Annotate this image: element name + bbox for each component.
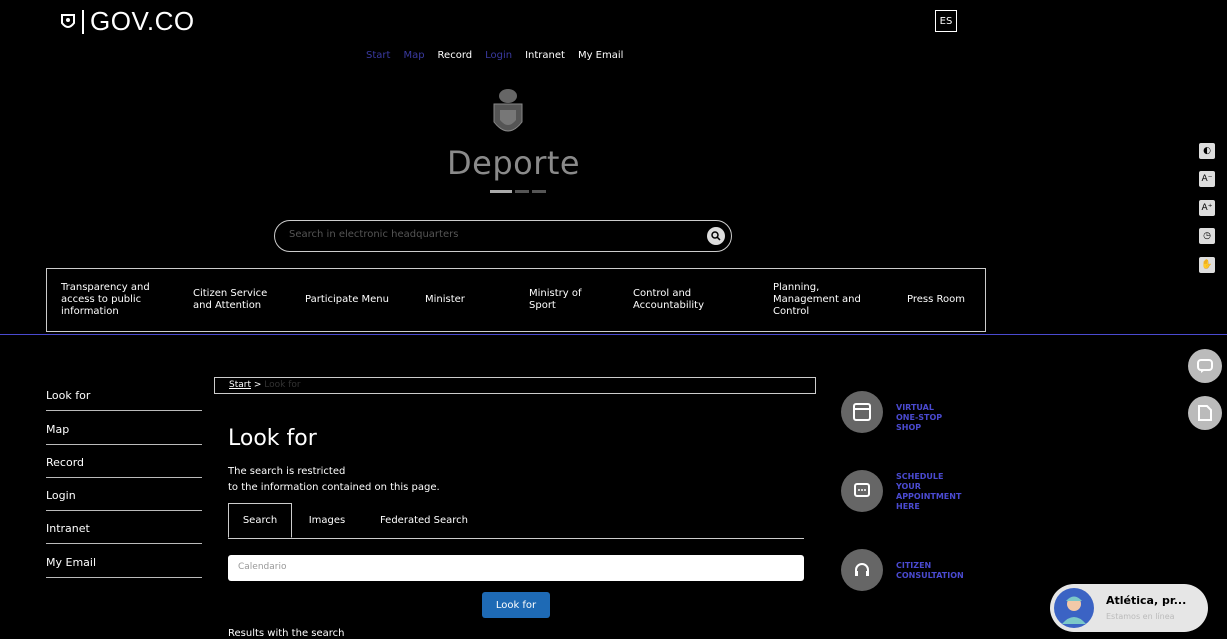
coat-of-arms-icon [61, 13, 75, 28]
document-icon [1198, 405, 1212, 421]
gov-co-logo[interactable]: GOV.CO [60, 6, 195, 37]
breadcrumb-start[interactable]: Start [229, 380, 251, 390]
chat-status: Estamos en línea [1106, 612, 1175, 621]
nav-press-room[interactable]: Press Room [907, 294, 965, 306]
floating-document-button[interactable] [1188, 396, 1222, 430]
desc-line-2: to the information contained on this pag… [228, 482, 440, 493]
topnav-intranet[interactable]: Intranet [525, 50, 565, 61]
citizen-consultation-link[interactable]: CITIZEN CONSULTATION [896, 561, 964, 581]
search-input[interactable]: Calendario [228, 555, 804, 581]
topnav-map[interactable]: Map [403, 50, 424, 61]
schedule-appointment-button[interactable] [841, 470, 883, 512]
font-increase-icon[interactable]: A⁺ [1199, 200, 1215, 216]
virtual-one-stop-shop-link[interactable]: VIRTUAL ONE-STOP SHOP [896, 403, 956, 433]
sidebar-item-login[interactable]: Login [46, 489, 202, 511]
virtual-one-stop-shop-button[interactable] [841, 391, 883, 433]
look-for-button[interactable]: Look for [482, 592, 550, 618]
search-icon [711, 231, 721, 241]
sign-language-icon[interactable]: ✋ [1199, 257, 1215, 273]
chat-widget[interactable]: Atlética, pr... Estamos en línea [1050, 584, 1208, 632]
logo-separator [82, 9, 84, 34]
font-decrease-icon[interactable]: A⁻ [1199, 171, 1215, 187]
agent-avatar-icon [1062, 596, 1086, 624]
brand-title[interactable]: Deporte [447, 144, 580, 182]
search-input-placeholder: Calendario [238, 562, 287, 572]
tab-images[interactable]: Images [292, 503, 362, 538]
chat-icon [854, 483, 870, 497]
window-icon [853, 403, 871, 421]
sidebar-item-look-for[interactable]: Look for [46, 389, 202, 411]
ministry-emblem-icon [493, 89, 523, 132]
breadcrumb: Start > Look for [214, 377, 816, 394]
topnav-record[interactable]: Record [438, 50, 473, 61]
sidebar-item-record[interactable]: Record [46, 456, 202, 478]
sidebar-item-map[interactable]: Map [46, 423, 202, 445]
breadcrumb-separator: > [253, 380, 265, 390]
topnav-my-email[interactable]: My Email [578, 50, 623, 61]
sidebar-item-my-email[interactable]: My Email [46, 556, 202, 578]
headset-icon [855, 563, 869, 576]
search-button[interactable] [707, 227, 725, 245]
nav-planning[interactable]: Planning, Management and Control [773, 282, 873, 318]
main-navigation: Transparency and access to public inform… [46, 268, 986, 332]
schedule-appointment-link[interactable]: SCHEDULE YOUR APPOINTMENT HERE [896, 472, 961, 512]
nav-citizen-service[interactable]: Citizen Service and Attention [193, 288, 283, 312]
chat-agent-name: Atlética, pr... [1106, 594, 1187, 607]
brand-underline [490, 190, 546, 193]
results-heading: Results with the search [228, 628, 345, 639]
contrast-icon[interactable]: ◐ [1199, 143, 1215, 159]
nav-control-accountability[interactable]: Control and Accountability [633, 288, 723, 312]
floating-chat-button[interactable] [1188, 349, 1222, 383]
desc-line-1: The search is restricted [228, 466, 346, 477]
nav-participate[interactable]: Participate Menu [305, 294, 389, 306]
citizen-consultation-button[interactable] [841, 549, 883, 591]
topnav-start[interactable]: Start [366, 50, 390, 61]
search-tabs: Search Images Federated Search [228, 503, 804, 539]
header-divider [0, 334, 1227, 335]
tab-search[interactable]: Search [228, 503, 292, 538]
breadcrumb-current: Look for [264, 380, 301, 390]
topnav-login[interactable]: Login [485, 50, 512, 61]
search-description: The search is restricted to the informat… [228, 464, 440, 496]
page-title: Look for [228, 426, 317, 451]
language-button[interactable]: ES [935, 10, 957, 32]
nav-transparency[interactable]: Transparency and access to public inform… [61, 282, 161, 318]
sidebar-item-intranet[interactable]: Intranet [46, 522, 202, 544]
reading-clock-icon[interactable]: ◷ [1199, 228, 1215, 244]
tab-federated-search[interactable]: Federated Search [362, 503, 486, 538]
site-search: Search in electronic headquarters [274, 220, 732, 252]
gov-co-text: GOV.CO [90, 6, 195, 36]
message-icon [1197, 359, 1213, 373]
agent-avatar [1054, 588, 1094, 628]
site-search-input[interactable]: Search in electronic headquarters [289, 229, 458, 240]
top-navigation: Start Map Record Login Intranet My Email [366, 50, 623, 61]
nav-minister[interactable]: Minister [425, 294, 465, 306]
nav-ministry-of-sport[interactable]: Ministry of Sport [529, 288, 599, 312]
